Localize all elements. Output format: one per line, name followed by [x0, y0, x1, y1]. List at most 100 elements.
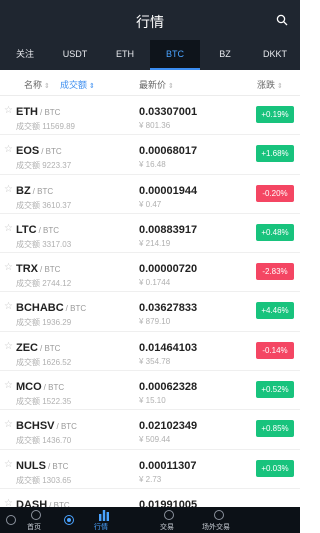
cny-price: ¥ 354.78: [139, 356, 171, 366]
top-bar: 行情: [0, 0, 300, 40]
base-symbol: TRX: [16, 263, 38, 276]
change-badge: +0.48%: [256, 223, 294, 241]
quote-symbol: / BTC: [38, 225, 60, 235]
change-badge: +0.52%: [256, 381, 294, 399]
nav-item-3[interactable]: 场外交易: [194, 507, 254, 533]
star-icon[interactable]: ☆: [4, 106, 13, 116]
cny-price: ¥ 214.19: [139, 238, 171, 248]
sort-by-name[interactable]: 名称 ⇕: [24, 78, 50, 91]
last-price: 0.01464103: [139, 341, 198, 354]
pair-name: TRX / BTC: [16, 263, 60, 275]
base-symbol: ETH: [16, 106, 38, 118]
star-icon[interactable]: ☆: [4, 263, 13, 273]
table-row[interactable]: ☆ MCO / BTC 成交额 1522.35 0.00062328 ¥ 15.10 +0.…: [0, 371, 300, 411]
base-symbol: NULS: [16, 459, 46, 472]
pair-name: ETH / BTC: [16, 106, 60, 118]
nav-label: 交易: [160, 524, 174, 531]
column-header: 名称 ⇕ 成交额 ⇕ 最新价 ⇕ 涨跌 ⇕: [0, 70, 300, 96]
menu-ring-icon: [6, 515, 16, 525]
tab-bz[interactable]: BZ: [200, 40, 250, 70]
table-row[interactable]: ☆ BCHSV / BTC 成交额 1436.70 0.02102349 ¥ 509.44…: [0, 410, 300, 450]
pair-name: BCHABC / BTC: [16, 302, 86, 314]
star-icon[interactable]: ☆: [4, 184, 13, 194]
star-icon[interactable]: ☆: [4, 341, 13, 351]
pair-name: BZ / BTC: [16, 185, 53, 197]
change-badge: -0.20%: [256, 184, 294, 202]
table-row[interactable]: ☆ ZEC / BTC 成交额 1626.52 0.01464103 ¥ 354.78 -0…: [0, 332, 300, 372]
quote-symbol: / BTC: [40, 343, 61, 353]
base-symbol: BCHSV: [16, 420, 55, 433]
sort-by-volume[interactable]: 成交额 ⇕: [60, 78, 95, 91]
tab-btc[interactable]: BTC: [150, 40, 200, 70]
base-symbol: BCHABC: [16, 302, 64, 315]
table-row[interactable]: ☆ EOS / BTC 成交额 9223.37 0.00068017 ¥ 16.48 +1.…: [0, 135, 300, 175]
table-row[interactable]: ☆ BZ / BTC 成交额 3610.37 0.00001944 ¥ 0.47 -0.20…: [0, 175, 300, 214]
chart-icon: [99, 510, 109, 521]
last-price: 0.00883917: [139, 223, 198, 236]
pair-name: LTC / BTC: [16, 224, 59, 236]
pair-name: BCHSV / BTC: [16, 420, 77, 432]
change-badge: -2.83%: [256, 263, 294, 281]
nav-label: 首页: [27, 524, 41, 531]
cny-price: ¥ 879.10: [139, 317, 171, 327]
quote-symbol: / BTC: [43, 383, 65, 393]
change-badge: +4.46%: [256, 302, 294, 320]
market-list: ☆ ETH / BTC 成交额 11569.89 0.03307001 ¥ 801.36 +…: [0, 96, 300, 529]
base-symbol: ZEC: [16, 341, 38, 354]
sort-icon: ⇕: [168, 83, 174, 90]
quote-symbol: / BTC: [40, 265, 61, 275]
quote-symbol: / BTC: [40, 108, 61, 117]
quote-symbol: / BTC: [65, 304, 87, 314]
nav-item-1[interactable]: 行情: [78, 507, 138, 533]
volume-text: 成交额 1436.70: [16, 436, 72, 446]
volume-text: 成交额 9223.37: [16, 161, 72, 171]
table-row[interactable]: ☆ ETH / BTC 成交额 11569.89 0.03307001 ¥ 801.36 +…: [0, 96, 300, 136]
base-symbol: EOS: [16, 145, 40, 158]
star-icon[interactable]: ☆: [4, 145, 13, 155]
volume-text: 成交额 3610.37: [16, 200, 72, 210]
base-symbol: BZ: [16, 184, 31, 197]
cny-price: ¥ 16.48: [139, 160, 166, 170]
change-badge: +1.68%: [256, 145, 294, 163]
base-symbol: LTC: [16, 223, 37, 236]
search-icon[interactable]: [276, 14, 288, 26]
volume-text: 成交额 1936.29: [16, 318, 72, 328]
otc-icon: [214, 510, 224, 520]
volume-text: 成交额 1626.52: [16, 357, 72, 367]
quote-symbol: / BTC: [41, 147, 62, 157]
table-row[interactable]: ☆ TRX / BTC 成交额 2744.12 0.00000720 ¥ 0.1744 -2…: [0, 253, 300, 293]
change-badge: +0.19%: [256, 106, 294, 123]
cny-price: ¥ 0.1744: [139, 278, 171, 288]
sort-by-price[interactable]: 最新价 ⇕: [139, 78, 174, 91]
bottom-nav: 首页 行情 交易 场外交易: [0, 507, 300, 533]
home-icon: [31, 510, 41, 520]
cny-price: ¥ 15.10: [139, 396, 166, 406]
star-icon[interactable]: ☆: [4, 223, 13, 233]
sort-by-change[interactable]: 涨跌 ⇕: [257, 78, 283, 91]
last-price: 0.03627833: [139, 302, 198, 315]
sort-icon: ⇕: [44, 83, 50, 90]
volume-text: 成交额 3317.03: [16, 239, 72, 249]
pair-name: NULS / BTC: [16, 460, 68, 472]
table-row[interactable]: ☆ BCHABC / BTC 成交额 1936.29 0.03627833 ¥ 879.1…: [0, 292, 300, 332]
last-price: 0.00011307: [139, 459, 197, 472]
nav-label: 行情: [94, 524, 108, 531]
table-row[interactable]: ☆ NULS / BTC 成交额 1303.65 0.00011307 ¥ 2.73 +0.…: [0, 450, 300, 489]
table-row[interactable]: ☆ LTC / BTC 成交额 3317.03 0.00883917 ¥ 214.19 +0…: [0, 214, 300, 254]
last-price: 0.02102349: [139, 420, 198, 433]
change-badge: +0.03%: [256, 459, 294, 477]
cny-price: ¥ 0.47: [139, 199, 162, 209]
star-icon[interactable]: ☆: [4, 420, 13, 430]
star-icon[interactable]: ☆: [4, 381, 13, 391]
tab-favorites[interactable]: 关注: [0, 40, 50, 70]
tab-eth[interactable]: ETH: [100, 40, 150, 70]
tab-dkkt[interactable]: DKKT: [250, 40, 300, 70]
change-badge: +0.85%: [256, 420, 294, 438]
nav-item-0[interactable]: 首页: [11, 507, 71, 533]
star-icon[interactable]: ☆: [4, 302, 13, 312]
tab-usdt[interactable]: USDT: [50, 40, 100, 70]
star-icon[interactable]: ☆: [4, 459, 13, 469]
sort-icon: ⇕: [277, 83, 283, 90]
quote-symbol: / BTC: [32, 186, 54, 196]
last-price: 0.00000720: [139, 263, 198, 276]
